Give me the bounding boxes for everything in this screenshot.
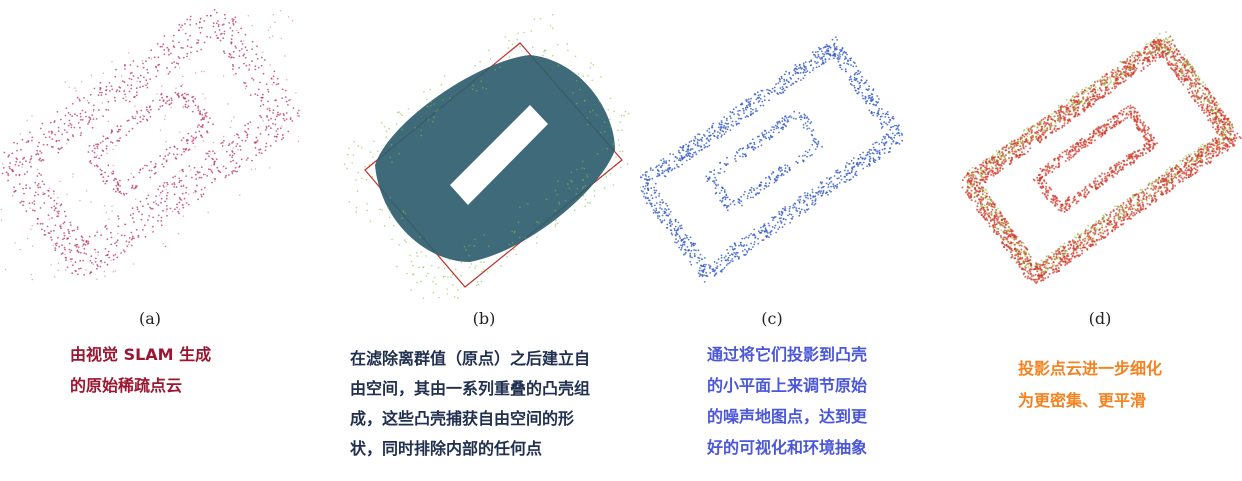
caption-a-line-2: 的原始稀疏点云 bbox=[70, 376, 183, 395]
subfigure-label-c: (c) bbox=[761, 309, 783, 328]
point-cloud-layer bbox=[87, 85, 215, 196]
subfigure-label-d: (d) bbox=[1088, 309, 1112, 328]
point-cloud-layer bbox=[640, 36, 904, 283]
caption-d-line-1: 投影点云进一步细化 bbox=[1018, 359, 1163, 378]
caption-c-line-4: 好的可视化和环境抽象 bbox=[707, 438, 868, 457]
caption-a: 由视觉 SLAM 生成 的原始稀疏点云 bbox=[70, 339, 211, 401]
caption-a-line-1: 由视觉 SLAM 生成 bbox=[70, 345, 212, 364]
dense-smooth-point-cloud-figure bbox=[961, 31, 1242, 285]
convex-hull-free-space-figure bbox=[343, 14, 630, 300]
caption-c-line-2: 的小平面上来调节原始 bbox=[707, 376, 868, 395]
caption-d: 投影点云进一步细化 为更密集、更平滑 bbox=[1018, 353, 1162, 417]
caption-c-line-3: 的噪声地图点，达到更 bbox=[707, 407, 868, 426]
caption-b-line-3: 成，这些凸壳捕获自由空间的形 bbox=[350, 409, 575, 428]
convex-hull-region bbox=[375, 55, 615, 262]
projected-points-figure bbox=[640, 36, 904, 283]
panel-b: (b) 在滤除离群值（原点）之后建立自 由空间，其由一系列重叠的凸壳组 成，这些… bbox=[330, 0, 630, 481]
panel-a: (a) 由视觉 SLAM 生成 的原始稀疏点云 bbox=[0, 0, 300, 481]
sparse-point-cloud-figure bbox=[0, 9, 300, 281]
panel-d: (d) 投影点云进一步细化 为更密集、更平滑 bbox=[955, 0, 1242, 481]
caption-b-line-1: 在滤除离群值（原点）之后建立自 bbox=[350, 349, 591, 368]
subfigure-label-a: (a) bbox=[138, 309, 162, 328]
point-cloud-layer bbox=[1, 9, 300, 276]
panel-c: (c) 通过将它们投影到凸壳 的小平面上来调节原始 的噪声地图点，达到更 好的可… bbox=[640, 0, 940, 481]
caption-b-line-4: 状，同时排除内部的任何点 bbox=[350, 439, 543, 458]
point-cloud-layer bbox=[0, 10, 300, 281]
caption-c-line-1: 通过将它们投影到凸壳 bbox=[707, 345, 868, 364]
caption-c: 通过将它们投影到凸壳 的小平面上来调节原始 的噪声地图点，达到更 好的可视化和环… bbox=[707, 339, 867, 463]
subfigure-label-b: (b) bbox=[472, 309, 496, 328]
point-cloud-layer bbox=[961, 35, 1242, 285]
caption-b-line-2: 由空间，其由一系列重叠的凸壳组 bbox=[350, 379, 591, 398]
caption-d-line-2: 为更密集、更平滑 bbox=[1018, 391, 1147, 410]
caption-b: 在滤除离群值（原点）之后建立自 由空间，其由一系列重叠的凸壳组 成，这些凸壳捕获… bbox=[350, 344, 590, 464]
